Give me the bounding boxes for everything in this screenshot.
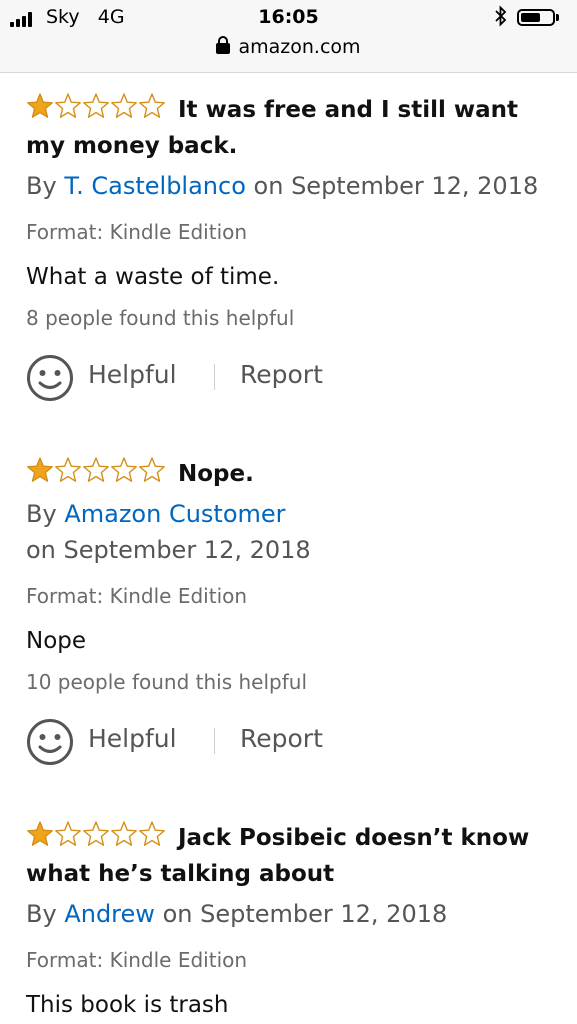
format-label: Format: Kindle Edition	[26, 948, 248, 972]
smiley-icon[interactable]	[26, 354, 74, 402]
report-button[interactable]: Report	[240, 724, 323, 753]
status-bar: Sky 4G 16:05 amazon.com	[0, 0, 577, 73]
clock: 16:05	[258, 6, 319, 28]
divider	[214, 364, 215, 390]
by-label: By	[26, 900, 57, 928]
format-label: Format: Kindle Edition	[26, 220, 248, 244]
bluetooth-icon	[494, 5, 508, 32]
star-empty-icon	[83, 457, 109, 482]
review-byline: By Andrew on September 12, 2018	[26, 896, 556, 932]
review-byline: By Amazon Customer on September 12, 2018	[26, 496, 556, 568]
author-link[interactable]: Amazon Customer	[64, 500, 285, 528]
review-date: on September 12, 2018	[26, 536, 311, 564]
star-filled-icon	[27, 93, 53, 118]
star-filled-icon	[27, 821, 53, 846]
star-rating	[26, 92, 166, 120]
star-empty-icon	[83, 821, 109, 846]
review-title-line: Nope.	[26, 456, 556, 492]
smiley-icon[interactable]	[26, 718, 74, 766]
author-link[interactable]: Andrew	[64, 900, 155, 928]
star-rating	[26, 820, 166, 848]
star-empty-icon	[83, 93, 109, 118]
review-card: It was free and I still want my money ba…	[26, 92, 556, 402]
by-label: By	[26, 172, 57, 200]
report-button[interactable]: Report	[240, 360, 323, 389]
url-text: amazon.com	[238, 36, 361, 58]
author-link[interactable]: T. Castelblanco	[64, 172, 246, 200]
review-card: Jack Posibeic doesn’t know what he’s tal…	[26, 820, 556, 1018]
helpful-button[interactable]: Helpful	[88, 724, 177, 753]
star-empty-icon	[55, 821, 81, 846]
review-body: What a waste of time.	[26, 264, 280, 290]
review-title-line: Jack Posibeic doesn’t know what he’s tal…	[26, 820, 556, 892]
address-bar[interactable]: amazon.com	[0, 36, 577, 58]
review-byline: By T. Castelblanco on September 12, 2018	[26, 168, 556, 204]
review-actions: Helpful Report	[26, 354, 556, 402]
star-empty-icon	[139, 457, 165, 482]
format-label: Format: Kindle Edition	[26, 584, 248, 608]
star-empty-icon	[139, 821, 165, 846]
star-empty-icon	[111, 821, 137, 846]
lock-icon	[216, 36, 231, 54]
divider	[214, 728, 215, 754]
star-empty-icon	[55, 93, 81, 118]
helpful-count: 8 people found this helpful	[26, 306, 295, 330]
review-body: This book is trash	[26, 992, 229, 1018]
star-empty-icon	[139, 93, 165, 118]
star-empty-icon	[111, 93, 137, 118]
review-card: Nope. By Amazon Customer on September 12…	[26, 456, 556, 766]
battery-icon	[517, 9, 555, 26]
review-title[interactable]: Nope.	[178, 461, 254, 487]
star-empty-icon	[55, 457, 81, 482]
review-body: Nope	[26, 628, 87, 654]
battery-tip	[556, 14, 559, 21]
star-filled-icon	[27, 457, 53, 482]
review-title-line: It was free and I still want my money ba…	[26, 92, 556, 164]
helpful-count: 10 people found this helpful	[26, 670, 307, 694]
star-rating	[26, 456, 166, 484]
helpful-button[interactable]: Helpful	[88, 360, 177, 389]
review-date: on September 12, 2018	[253, 172, 539, 200]
by-label: By	[26, 500, 57, 528]
star-empty-icon	[111, 457, 137, 482]
review-actions: Helpful Report	[26, 718, 556, 766]
review-date: on September 12, 2018	[162, 900, 448, 928]
